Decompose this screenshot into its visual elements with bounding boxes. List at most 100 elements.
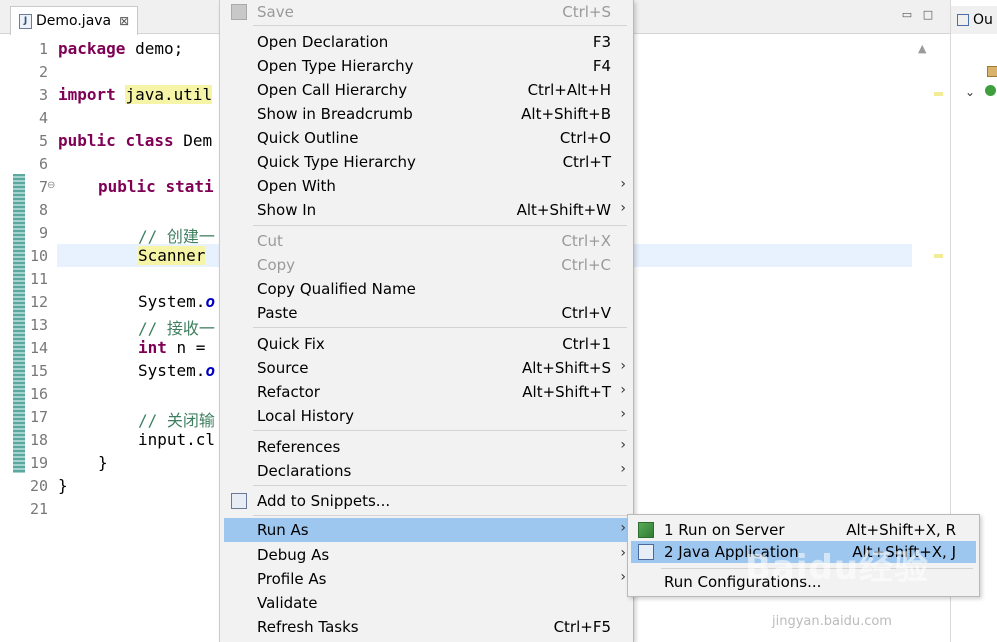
code-line[interactable]: input.cl <box>138 430 215 449</box>
menu-item-label: Save <box>257 3 294 21</box>
menu-item-open-with[interactable]: Open With › <box>224 174 630 198</box>
code-line[interactable]: System.o <box>138 292 215 311</box>
submenu-arrow-icon: › <box>620 569 626 585</box>
menu-item-copy-qualified-name[interactable]: Copy Qualified Name <box>224 277 630 301</box>
menu-item-references[interactable]: References › <box>224 435 630 459</box>
menu-item-add-to-snippets[interactable]: Add to Snippets... <box>224 489 630 513</box>
code-line[interactable]: int n = <box>138 338 205 357</box>
menu-item-quick-outline[interactable]: Quick Outline Ctrl+O <box>224 126 630 150</box>
menu-item-shortcut: Ctrl+T <box>562 153 611 171</box>
menu-item-source[interactable]: Source Alt+Shift+S › <box>224 356 630 380</box>
overview-ruler-mark[interactable] <box>934 92 943 96</box>
menu-item-label: Refactor <box>257 383 320 401</box>
menu-item-shortcut: Alt+Shift+S <box>521 359 611 377</box>
menu-item-refactor[interactable]: Refactor Alt+Shift+T › <box>224 380 630 404</box>
line-number: 4 <box>38 109 48 127</box>
menu-item-shortcut: Ctrl+1 <box>562 335 611 353</box>
keyword: import <box>58 85 116 104</box>
menu-item-shortcut: F4 <box>592 57 611 75</box>
menu-item-shortcut: F3 <box>592 33 611 51</box>
code-line[interactable]: Scanner <box>138 246 206 265</box>
menu-item-shortcut: Ctrl+F5 <box>553 618 611 636</box>
menu-item-refresh-tasks[interactable]: Refresh Tasks Ctrl+F5 <box>224 615 630 639</box>
context-menu: Save Ctrl+S Open Declaration F3 Open Typ… <box>219 0 634 642</box>
line-number: 18 <box>29 431 48 449</box>
keyword: public <box>58 131 116 150</box>
menu-item-local-history[interactable]: Local History › <box>224 404 630 428</box>
menu-item-label: Open Call Hierarchy <box>257 81 408 99</box>
maximize-icon[interactable]: □ <box>922 9 934 21</box>
menu-item-open-call-hierarchy[interactable]: Open Call Hierarchy Ctrl+Alt+H <box>224 78 630 102</box>
line-number: 19 <box>29 454 48 472</box>
code-line[interactable]: public class Dem <box>58 131 212 150</box>
menu-item-debug-as[interactable]: Debug As › <box>224 543 630 567</box>
outline-tab[interactable]: Ou <box>951 6 997 34</box>
line-number: 5 <box>38 132 48 150</box>
close-tab-icon[interactable]: ⊠ <box>119 14 129 28</box>
overview-ruler-mark[interactable] <box>934 254 943 258</box>
menu-item-cut[interactable]: Cut Ctrl+X <box>224 229 630 253</box>
menu-item-profile-as[interactable]: Profile As › <box>224 567 630 591</box>
code-line[interactable]: import java.util <box>58 85 213 104</box>
menu-item-label: Add to Snippets... <box>257 492 391 510</box>
java-file-icon: J <box>19 13 32 29</box>
menu-item-label: Show In <box>257 201 317 219</box>
submenu-arrow-icon: › <box>620 437 626 453</box>
submenu-item-run-on-server[interactable]: 1 Run on Server Alt+Shift+X, R <box>631 519 976 541</box>
submenu-item-label: 1 Run on Server <box>664 521 785 539</box>
fold-collapse-icon[interactable]: ⊖ <box>47 180 55 191</box>
line-number: 20 <box>29 477 48 495</box>
scroll-up-icon[interactable]: ▲ <box>918 42 926 55</box>
code-comment[interactable]: // 接收一 <box>138 315 215 339</box>
menu-item-label: Copy Qualified Name <box>257 280 416 298</box>
submenu-arrow-icon: › <box>620 520 626 536</box>
menu-item-label: Open With <box>257 177 336 195</box>
minimize-icon[interactable]: ▭ <box>901 9 913 21</box>
menu-item-label: Local History <box>257 407 355 425</box>
class-icon <box>985 85 996 96</box>
menu-item-show-in-breadcrumb[interactable]: Show in Breadcrumb Alt+Shift+B <box>224 102 630 126</box>
code-line[interactable]: public stati <box>98 177 214 196</box>
editor-tab-demo-java[interactable]: J Demo.java ⊠ <box>10 6 139 35</box>
outline-icon <box>957 14 969 26</box>
menu-item-paste[interactable]: Paste Ctrl+V <box>224 301 630 325</box>
submenu-arrow-icon: › <box>620 461 626 477</box>
menu-item-quick-fix[interactable]: Quick Fix Ctrl+1 <box>224 332 630 356</box>
menu-item-label: Source <box>257 359 309 377</box>
menu-separator <box>253 515 627 516</box>
menu-item-show-in[interactable]: Show In Alt+Shift+W › <box>224 198 630 222</box>
menu-item-open-declaration[interactable]: Open Declaration F3 <box>224 30 630 54</box>
menu-item-shortcut: Ctrl+Alt+H <box>527 81 611 99</box>
menu-item-label: Profile As <box>257 570 327 588</box>
code-line[interactable]: } <box>98 453 108 472</box>
expand-chevron-icon[interactable]: ⌄ <box>965 85 975 99</box>
menu-item-label: Debug As <box>257 546 330 564</box>
menu-item-label: Open Declaration <box>257 33 389 51</box>
menu-item-shortcut: Alt+Shift+B <box>521 105 611 123</box>
menu-item-shortcut: Ctrl+O <box>559 129 611 147</box>
menu-item-shortcut: Alt+Shift+W <box>516 201 611 219</box>
code-comment[interactable]: // 创建一 <box>138 223 215 247</box>
code-text: System. <box>138 361 206 380</box>
static-field: o <box>205 292 216 311</box>
submenu-item-shortcut: Alt+Shift+X, R <box>846 521 956 539</box>
code-line[interactable]: System.o <box>138 361 215 380</box>
menu-item-run-as[interactable]: Run As › <box>224 518 630 542</box>
outline-tab-title: Ou <box>973 12 993 28</box>
menu-item-save[interactable]: Save Ctrl+S <box>224 0 630 24</box>
menu-item-copy[interactable]: Copy Ctrl+C <box>224 253 630 277</box>
keyword: int <box>138 338 167 357</box>
code-comment[interactable]: // 关闭输 <box>138 407 215 431</box>
menu-item-label: Open Type Hierarchy <box>257 57 414 75</box>
menu-item-open-type-hierarchy[interactable]: Open Type Hierarchy F4 <box>224 54 630 78</box>
line-number: 17 <box>29 408 48 426</box>
line-number: 11 <box>29 270 48 288</box>
line-number: 2 <box>38 63 48 81</box>
menu-item-quick-type-hierarchy[interactable]: Quick Type Hierarchy Ctrl+T <box>224 150 630 174</box>
code-line[interactable]: package demo; <box>58 39 183 58</box>
menu-item-validate[interactable]: Validate <box>224 591 630 615</box>
menu-item-shortcut: Ctrl+X <box>561 232 611 250</box>
code-line[interactable]: } <box>58 476 68 495</box>
line-number: 3 <box>38 86 48 104</box>
menu-item-declarations[interactable]: Declarations › <box>224 459 630 483</box>
